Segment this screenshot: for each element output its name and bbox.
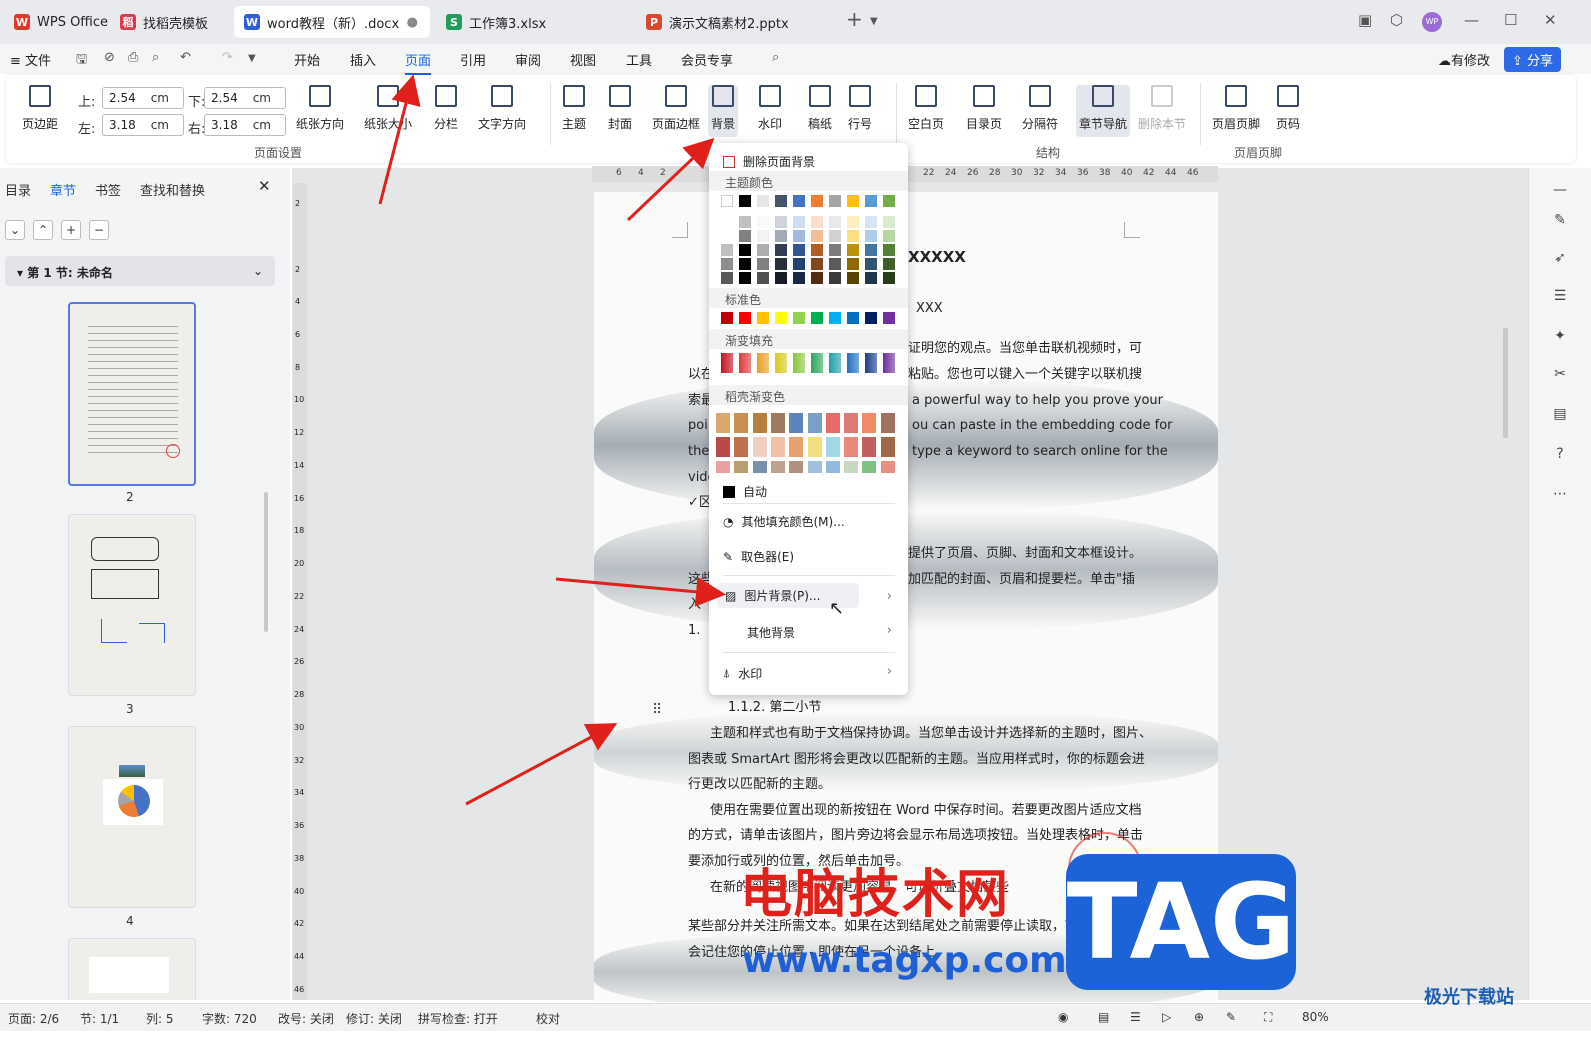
word-count[interactable]: 字数: 720 (202, 1010, 257, 1027)
right-toolbar: — ✎ ➶ ☰ ✦ ✂ ▤ ? ⋯ (1503, 168, 1591, 1000)
arrow-to-background-button (626, 137, 715, 222)
tools-icon[interactable]: ✂ (1551, 366, 1569, 384)
web-view-icon[interactable]: ⊕ (1194, 1010, 1204, 1024)
spell-check[interactable]: 拼写检查: 打开 (418, 1010, 498, 1027)
tag-logo: TAG (1066, 854, 1296, 990)
zoom-level[interactable]: 80% (1302, 1010, 1329, 1024)
download-site-watermark: 极光下载站 (1424, 987, 1514, 1008)
status-bar: 页面: 2/6 节: 1/1 列: 5 字数: 720 改号: 关闭 修订: 关… (0, 1003, 1591, 1031)
pointer-icon[interactable]: ➶ (1551, 250, 1569, 268)
editor-scrollbar[interactable] (1503, 328, 1508, 438)
minus-icon[interactable]: — (1551, 182, 1569, 200)
more-icon[interactable]: ⋯ (1551, 486, 1569, 504)
column-indicator: 列: 5 (146, 1012, 174, 1026)
ai-icon[interactable]: ✦ (1551, 328, 1569, 346)
page-indicator[interactable]: 页面: 2/6 (8, 1010, 59, 1027)
section-indicator: 节: 1/1 (80, 1012, 120, 1026)
proofread[interactable]: 校对 (536, 1010, 560, 1027)
play-icon[interactable]: ▷ (1162, 1010, 1171, 1024)
arrow-to-page-menu (378, 74, 421, 205)
sliders-icon[interactable]: ☰ (1551, 288, 1569, 306)
pen-view-icon[interactable]: ✎ (1226, 1010, 1236, 1024)
outline-view-icon[interactable]: ☰ (1130, 1010, 1141, 1024)
arrow-to-picture-background (555, 576, 726, 607)
track-changes[interactable]: 修订: 关闭 (346, 1010, 402, 1027)
fit-icon[interactable]: ⛶ (1264, 1010, 1272, 1025)
page-view-icon[interactable]: ▤ (1098, 1010, 1109, 1024)
revise-mode[interactable]: 改号: 关闭 (278, 1010, 334, 1027)
arrow-to-page-background (465, 723, 618, 806)
book-icon[interactable]: ▤ (1551, 406, 1569, 424)
site-watermark-title: 电脑技术网 (740, 865, 1011, 925)
site-watermark-url: www.tagxp.com (742, 940, 1067, 981)
pen-icon[interactable]: ✎ (1551, 212, 1569, 230)
eye-icon[interactable]: ◉ (1058, 1010, 1068, 1024)
help-icon[interactable]: ? (1551, 446, 1569, 464)
